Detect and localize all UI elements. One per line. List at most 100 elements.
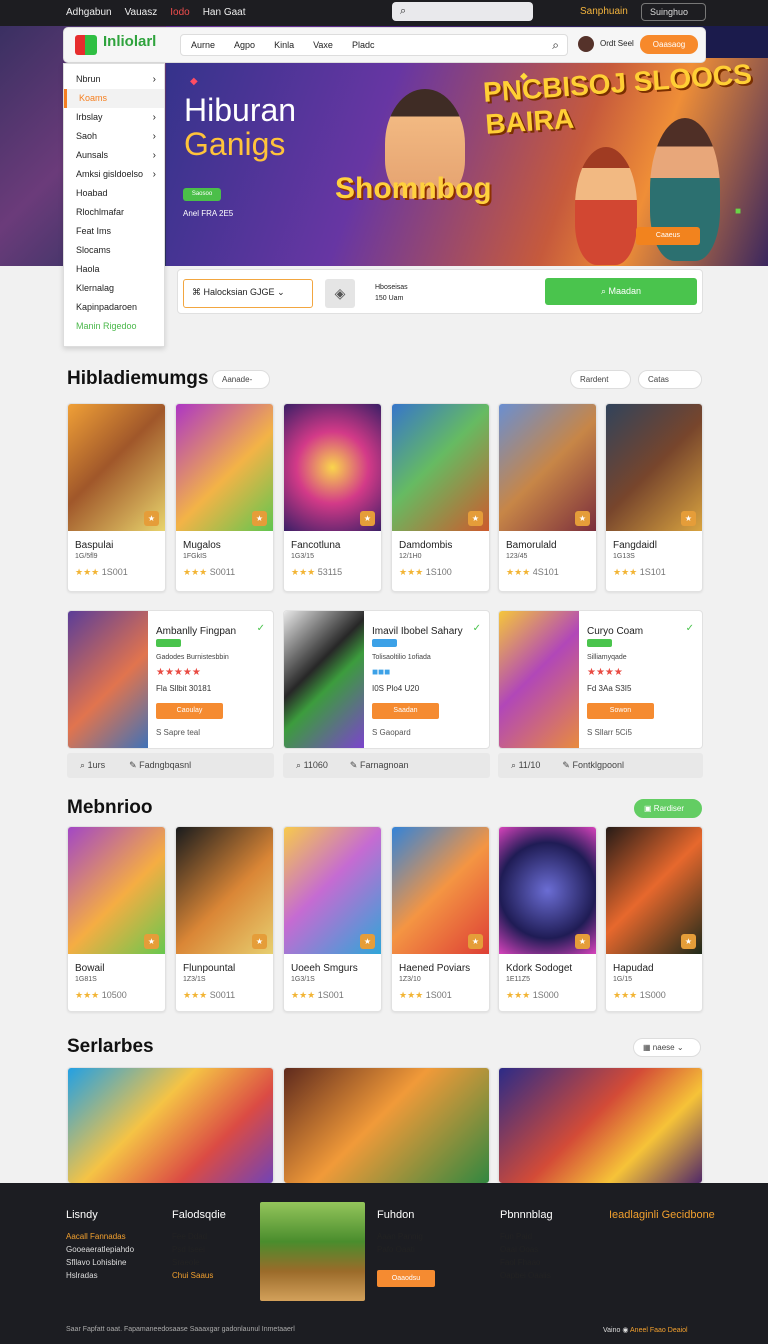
footer-link[interactable]: Faol Fhaao xyxy=(500,1256,553,1269)
sidebar-item[interactable]: Hoabad xyxy=(64,184,164,203)
top-link-1[interactable]: Adhgabun xyxy=(66,7,112,18)
section-action-pill[interactable]: ▣ Rardiser xyxy=(634,799,702,818)
banner-card[interactable] xyxy=(283,1067,490,1184)
game-card[interactable]: Baspulai 1G/5fl9 ★★★ 1S001 ★ xyxy=(67,403,166,592)
sidebar-item[interactable]: Haola xyxy=(64,260,164,279)
hero-title-line-2: Ganigs xyxy=(184,126,286,162)
sidebar-item[interactable]: Manin Rigedoo xyxy=(64,317,164,336)
game-subtitle: 1G13S xyxy=(613,553,635,560)
game-card[interactable]: Fangdaidl 1G13S ★★★ 1S101 ★ xyxy=(605,403,703,592)
nav-item-4[interactable]: Vaxe xyxy=(313,40,333,50)
sidebar-item[interactable]: Kapinpadaroen xyxy=(64,298,164,317)
star-badge-icon: ★ xyxy=(252,511,267,526)
featured-button[interactable]: Saadan xyxy=(372,703,439,719)
footer-button[interactable]: Oaaodsu xyxy=(377,1270,435,1287)
star-icon: ★★★ xyxy=(291,990,316,1000)
featured-button[interactable]: Sowon xyxy=(587,703,654,719)
footer-link[interactable]: Gooeaeratlepiahdo xyxy=(66,1243,134,1256)
footer-link[interactable]: Aaan Pannig xyxy=(377,1230,423,1243)
featured-card[interactable]: Imavil Ibobel Sahary Tolisaoltilio 1ofia… xyxy=(283,610,490,749)
footer-link[interactable]: Oaai Ooas xyxy=(500,1243,553,1256)
footer-link[interactable]: Pafo Oaati xyxy=(377,1243,423,1256)
sidebar-item[interactable]: Klernalag xyxy=(64,279,164,298)
footer-link[interactable]: Psd Iseei xyxy=(172,1243,226,1256)
sidebar-item[interactable]: Saoh › xyxy=(64,127,164,146)
featured-button[interactable]: Caoulay xyxy=(156,703,223,719)
featured-title: Imavil Ibobel Sahary xyxy=(372,626,463,637)
section-sort-pill[interactable]: ▦ naese ⌄ xyxy=(633,1038,701,1057)
rating-value: 4S101 xyxy=(532,567,559,577)
sidebar-item[interactable]: Aunsals › xyxy=(64,146,164,165)
star-badge-icon: ★ xyxy=(360,511,375,526)
search-button[interactable]: ⌕ Maadan xyxy=(545,278,697,305)
top-links: Adhgabun Vauasz Iodo Han Gaat xyxy=(66,7,246,18)
search-icon[interactable]: ⌕ xyxy=(552,38,559,53)
footer-link[interactable]: Aacall Fannadas xyxy=(66,1230,134,1243)
banner-card[interactable] xyxy=(67,1067,274,1184)
star-icon: ★★★ xyxy=(613,567,638,577)
sidebar-item-active[interactable]: Koams xyxy=(64,89,164,108)
footer-link[interactable]: Chui Saaus xyxy=(172,1269,226,1282)
game-title: Kdork Sodoget xyxy=(506,963,573,974)
sort-pill[interactable]: Catas xyxy=(638,370,702,389)
game-subtitle: 1G/15 xyxy=(613,976,633,983)
game-card[interactable]: Hapudad 1G/15 ★★★ 1S000 ★ xyxy=(605,826,703,1012)
featured-card[interactable]: Ambanlly Fingpan Gadodes Burnistesbbin ★… xyxy=(67,610,274,749)
footer-link[interactable]: Fun Paid xyxy=(500,1230,553,1243)
game-card[interactable]: Haened Poviars 1Z3/10 ★★★ 1S001 ★ xyxy=(391,826,490,1012)
user-profile[interactable]: Ordt Seel xyxy=(578,36,634,52)
top-account-pill[interactable]: Suinghuo xyxy=(641,3,706,21)
sidebar-item[interactable]: Irbslay › xyxy=(64,108,164,127)
game-subtitle: 1FGkIS xyxy=(183,553,207,560)
star-icon: ★★★ xyxy=(613,990,638,1000)
footer-link[interactable]: Fee Ddad xyxy=(172,1230,226,1243)
diamond-icon[interactable]: ◈ xyxy=(325,279,355,308)
sidebar-item[interactable]: Slocams xyxy=(64,241,164,260)
featured-card[interactable]: Curyo Coam Silliamyqade ★★★★ Fd 3Aa S3I5… xyxy=(498,610,703,749)
game-card[interactable]: Damdombis 12/1H0 ★★★ 1S100 ★ xyxy=(391,403,490,592)
nav-item-3[interactable]: Kinla xyxy=(274,40,294,50)
featured-footer: ⌕ 11/10 ✎ Fontklgpoonl xyxy=(498,753,703,778)
rating-value: S0011 xyxy=(209,567,236,577)
top-link-2[interactable]: Vauasz xyxy=(125,7,158,18)
game-card[interactable]: Fancotluna 1G3/15 ★★★ 53115 ★ xyxy=(283,403,382,592)
game-card[interactable]: Bowail 1G81S ★★★ 10500 ★ xyxy=(67,826,166,1012)
sort-pill[interactable]: Rardent xyxy=(570,370,631,389)
sidebar-item[interactable]: Amksi gisldoelso › xyxy=(64,165,164,184)
star-icon: ■■■ xyxy=(372,667,391,678)
game-subtitle: 1G3/15 xyxy=(291,553,314,560)
category-select[interactable]: ⌘ Halocksian GJGE ⌄ xyxy=(183,279,313,308)
chevron-right-icon: › xyxy=(152,150,156,161)
featured-art xyxy=(284,611,364,748)
game-card[interactable]: Bamorulald 123/45 ★★★ 4S101 ★ xyxy=(498,403,597,592)
header-action-button[interactable]: Oaasaog xyxy=(640,35,698,54)
footer-link[interactable]: Sraeole xyxy=(172,1256,226,1269)
sidebar-item[interactable]: Rlochlmafar xyxy=(64,203,164,222)
star-badge-icon: ★ xyxy=(468,934,483,949)
section-title: Mebnrioo xyxy=(67,797,153,818)
game-card[interactable]: Uoeeh Smgurs 1G3/1S ★★★ 1S001 ★ xyxy=(283,826,382,1012)
footer-link[interactable]: Oapbei Oaaiis xyxy=(500,1269,553,1282)
footer-promo-image[interactable] xyxy=(260,1202,365,1301)
top-link-4[interactable]: Han Gaat xyxy=(203,7,246,18)
nav-item-5[interactable]: Pladc xyxy=(352,40,375,50)
section-filter-pill[interactable]: Aanade- xyxy=(212,370,270,389)
chevron-right-icon: › xyxy=(152,131,156,142)
top-link-3[interactable]: Iodo xyxy=(170,7,189,18)
sidebar-item[interactable]: Nbrun › xyxy=(64,70,164,89)
top-search-input[interactable]: ⌕ xyxy=(392,2,533,21)
game-card[interactable]: Kdork Sodoget 1E11Z5 ★★★ 1S000 ★ xyxy=(498,826,597,1012)
game-card[interactable]: Mugalos 1FGkIS ★★★ S0011 ★ xyxy=(175,403,274,592)
footer-link[interactable]: Hslradas xyxy=(66,1269,134,1282)
nav-item-2[interactable]: Agpo xyxy=(234,40,255,50)
banner-art xyxy=(68,1068,273,1183)
banner-card[interactable] xyxy=(498,1067,703,1184)
game-card[interactable]: Flunpountal 1Z3/1S ★★★ S0011 ★ xyxy=(175,826,274,1012)
featured-footnote: S Sllarr 5Ci5 xyxy=(587,728,632,737)
sidebar-item[interactable]: Feat Ims xyxy=(64,222,164,241)
site-logo[interactable]: Inliolarl xyxy=(75,33,170,58)
footer-link[interactable]: Sfllavo Lohisbine xyxy=(66,1256,134,1269)
hero-button[interactable]: Caaeus xyxy=(636,227,700,245)
nav-item-1[interactable]: Aurne xyxy=(191,40,215,50)
top-right-link[interactable]: Sanphuain xyxy=(580,6,628,17)
